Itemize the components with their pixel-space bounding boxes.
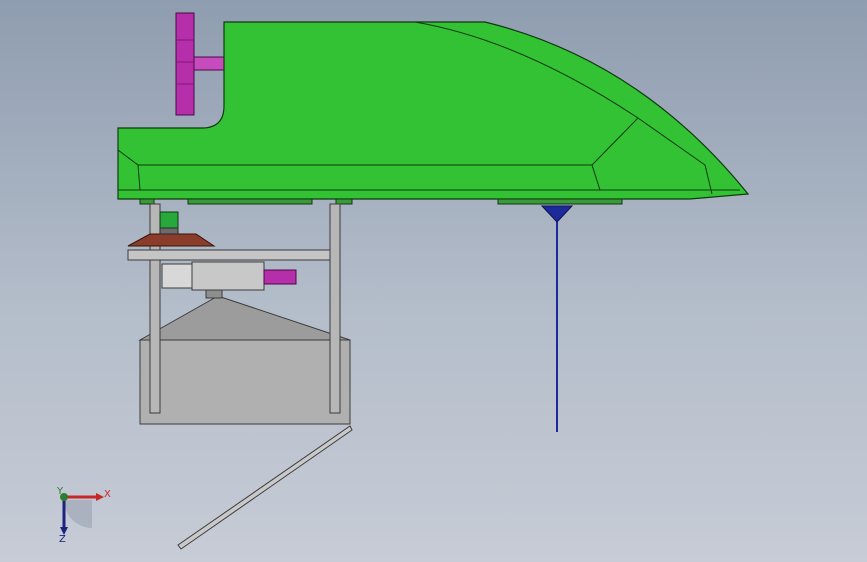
flange[interactable] bbox=[127, 233, 216, 247]
y-axis-label: Y bbox=[56, 486, 64, 497]
model-scene[interactable]: X Y Z bbox=[0, 0, 867, 562]
crossbar[interactable] bbox=[127, 249, 331, 261]
probe-tip[interactable] bbox=[540, 205, 574, 223]
strut-right[interactable] bbox=[329, 203, 341, 414]
actuator-body[interactable] bbox=[191, 261, 265, 291]
green-connector[interactable] bbox=[159, 211, 179, 229]
x-axis-label: X bbox=[104, 489, 111, 500]
z-axis-label: Z bbox=[59, 534, 66, 545]
actuator-body-left[interactable] bbox=[161, 263, 195, 289]
hull-body[interactable] bbox=[117, 21, 750, 200]
t-handle[interactable] bbox=[175, 12, 225, 116]
flange-assembly[interactable] bbox=[127, 211, 216, 247]
tilted-blade[interactable] bbox=[177, 425, 353, 550]
probe[interactable] bbox=[540, 205, 574, 432]
housing-cover[interactable] bbox=[138, 295, 351, 341]
green-hull[interactable] bbox=[117, 21, 750, 205]
cad-graphics-viewport[interactable]: X Y Z bbox=[0, 0, 867, 562]
handle-shaft[interactable] bbox=[193, 56, 225, 71]
actuator[interactable] bbox=[161, 261, 297, 299]
coordinate-triad: X Y Z bbox=[56, 486, 111, 545]
housing-box[interactable] bbox=[139, 339, 351, 425]
handle-grip[interactable] bbox=[175, 12, 195, 116]
actuator-rod[interactable] bbox=[263, 269, 297, 285]
lower-housing[interactable] bbox=[138, 295, 351, 425]
